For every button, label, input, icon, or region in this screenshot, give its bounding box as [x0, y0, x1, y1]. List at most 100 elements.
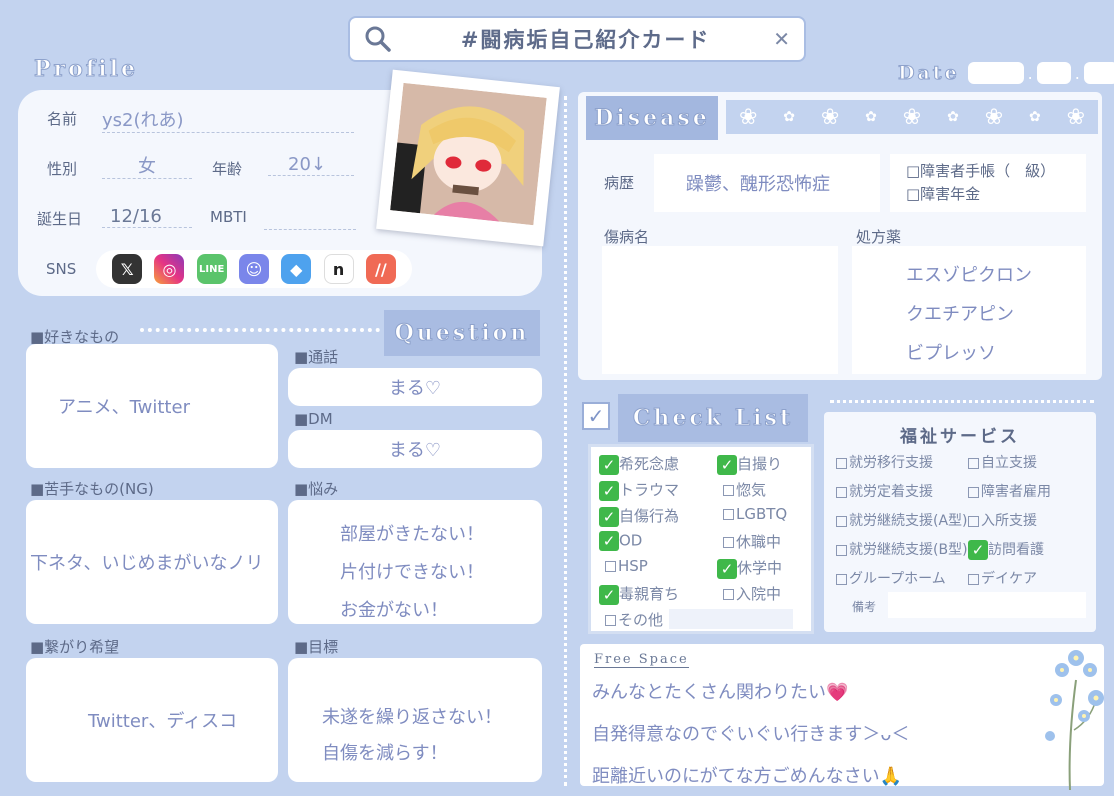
gender-value: 女: [102, 152, 192, 179]
disease-heading: Disease: [594, 105, 710, 132]
item-label: デイケア: [981, 571, 1037, 587]
checklist-item[interactable]: ✓ 自撮り: [717, 453, 817, 475]
search-icon: [365, 26, 391, 52]
checklist-item[interactable]: ✓ 休学中: [717, 557, 817, 579]
avatar-polaroid: [376, 69, 560, 247]
checklist-item[interactable]: LGBTQ: [717, 505, 817, 527]
welfare-item[interactable]: 就労移行支援: [836, 452, 968, 475]
checklist-item[interactable]: 入院中: [717, 583, 817, 605]
line-icon[interactable]: LINE: [196, 254, 227, 284]
checked-box-icon[interactable]: ✓: [599, 506, 619, 527]
checklist-item[interactable]: ✓ トラウマ: [599, 479, 717, 501]
search-query: #闘病垢自己紹介カード: [460, 28, 711, 52]
unchecked-box-icon[interactable]: [723, 589, 734, 600]
checked-box-icon[interactable]: ✓: [717, 454, 737, 475]
checked-box-icon[interactable]: ✓: [717, 558, 737, 579]
date-month-field[interactable]: [1036, 62, 1071, 84]
item-label: 就労継続支援(B型): [849, 542, 968, 558]
welfare-item[interactable]: 就労継続支援(B型): [836, 539, 968, 562]
checklist-item[interactable]: ✓ OD: [599, 531, 717, 553]
checklist-item[interactable]: ✓ 自傷行為: [599, 505, 717, 527]
birthday-value: 12/16: [102, 206, 192, 228]
item-label: グループホーム: [849, 571, 946, 587]
checked-box-icon[interactable]: ✓: [599, 584, 619, 605]
date-day-field[interactable]: [1083, 62, 1114, 84]
checklist-item[interactable]: HSP: [599, 557, 717, 579]
date-year-field[interactable]: [967, 62, 1024, 84]
item-label: 自傷行為: [619, 507, 680, 525]
welfare-item[interactable]: 入所支援: [968, 510, 1092, 533]
prescription-item: エスゾピクロン: [906, 265, 1032, 286]
welfare-item[interactable]: 就労継続支援(A型): [836, 510, 968, 533]
unchecked-box-icon[interactable]: [968, 486, 979, 498]
welfare-item[interactable]: ✓ 訪問看護: [968, 539, 1092, 562]
flower-icon: ✿: [783, 109, 795, 125]
checked-box-icon[interactable]: ✓: [968, 540, 988, 560]
checklist-item[interactable]: 休職中: [717, 531, 817, 553]
flower-icon: ❀: [984, 104, 1004, 130]
other-field[interactable]: [669, 609, 793, 629]
checklist-item[interactable]: ✓ 毒親育ち: [599, 583, 717, 605]
search-bar[interactable]: #闘病垢自己紹介カード ✕: [348, 16, 806, 62]
unchecked-box-icon[interactable]: [836, 544, 847, 556]
sns-label: SNS: [46, 260, 77, 278]
mbti-label: MBTI: [210, 208, 247, 226]
checked-box-icon[interactable]: ✓: [599, 454, 619, 475]
prescription-label: 処方薬: [856, 228, 902, 246]
name-value: ys2(れあ): [102, 106, 354, 133]
unchecked-box-icon[interactable]: [723, 509, 734, 520]
worry-item: 部屋がきたない！: [340, 524, 484, 545]
item-label: 就労継続支援(A型): [849, 513, 968, 529]
unchecked-box-icon[interactable]: [836, 486, 847, 498]
dm-value: まる♡: [388, 440, 442, 461]
flower-icon: ❀: [820, 104, 840, 130]
unchecked-box-icon[interactable]: [836, 573, 847, 585]
welfare-item[interactable]: グループホーム: [836, 568, 968, 591]
avatar: [390, 82, 547, 226]
prescription-box: エスゾピクロン クエチアピン ビプレッソ: [852, 246, 1086, 374]
checklist-item[interactable]: 惚気: [717, 479, 817, 501]
unchecked-box-icon[interactable]: [605, 561, 616, 572]
checked-box-icon[interactable]: ✓: [599, 531, 619, 551]
dotted-divider: [140, 328, 380, 332]
welfare-item[interactable]: デイケア: [968, 568, 1092, 591]
disease-heading-box: Disease: [586, 96, 718, 140]
date-separator: .: [1027, 63, 1033, 83]
unchecked-box-icon[interactable]: [836, 515, 847, 527]
gender-label: 性別: [47, 160, 78, 178]
checklist-item[interactable]: ✓ 希死念慮: [599, 453, 717, 475]
unchecked-box-icon[interactable]: [968, 573, 979, 585]
unchecked-box-icon[interactable]: [836, 457, 847, 469]
date-separator: .: [1074, 63, 1080, 83]
instagram-icon[interactable]: ◎: [154, 254, 185, 284]
handbook-checkbox[interactable]: □障害者手帳（ 級）: [906, 160, 1086, 183]
unchecked-box-icon[interactable]: [968, 457, 979, 469]
free-space-line: みんなとたくさん関わりたい💗: [592, 682, 849, 703]
item-label: 自撮り: [737, 455, 783, 473]
discord-icon[interactable]: ☺: [238, 254, 269, 284]
connect-label: ■繋がり希望: [30, 638, 120, 656]
welfare-notes-field[interactable]: [888, 592, 1086, 618]
unchecked-box-icon[interactable]: [723, 537, 734, 548]
checked-box-icon[interactable]: ✓: [599, 480, 619, 501]
x-icon[interactable]: 𝕏: [112, 254, 143, 284]
unchecked-box-icon[interactable]: [605, 615, 616, 626]
profile-heading: Profile: [34, 56, 138, 83]
item-label: 希死念慮: [619, 455, 680, 473]
welfare-item[interactable]: 障害者雇用: [968, 481, 1092, 504]
welfare-item[interactable]: 就労定着支援: [836, 481, 968, 504]
bluesky-icon[interactable]: ◆: [281, 254, 312, 284]
flower-icon: ✿: [865, 109, 877, 125]
misskey-icon[interactable]: //: [365, 254, 396, 284]
close-icon[interactable]: ✕: [773, 27, 790, 51]
note-icon[interactable]: n: [323, 254, 354, 284]
checklist-panel: ✓ 希死念慮 ✓ 自撮り ✓ トラウマ 惚気 ✓ 自傷行為 LGBTQ ✓ OD 休職中 HSP ✓ 休学中 ✓…: [588, 444, 814, 634]
welfare-item[interactable]: 自立支援: [968, 452, 1092, 475]
pension-checkbox[interactable]: □障害年金: [906, 183, 1086, 206]
goals-label: ■目標: [294, 638, 339, 656]
worry-item: 片付けできない！: [340, 562, 484, 583]
unchecked-box-icon[interactable]: [723, 485, 734, 496]
flower-icon: ✿: [947, 109, 959, 125]
unchecked-box-icon[interactable]: [968, 515, 979, 527]
prescription-item: クエチアピン: [906, 304, 1014, 325]
